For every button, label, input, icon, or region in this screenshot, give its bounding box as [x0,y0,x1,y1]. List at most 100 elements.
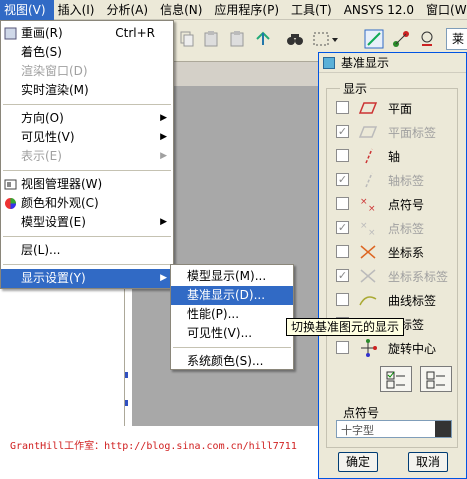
selection-box-icon[interactable] [312,30,338,48]
menu-item-representation: 表示(E) ▶ [1,147,173,166]
option-label: 旋转中心 [388,342,437,356]
menu-item-model-setup[interactable]: 模型设置(E) ▶ [1,213,173,232]
menu-item-layers-label: 层(L)... [21,243,61,257]
menu-item-repaint-label: 重画(R) [21,26,63,40]
view-menu: 重画(R) Ctrl+R 着色(S) 渲染窗口(D) 实时渲染(M) 方向(O)… [0,20,174,289]
paste-special-icon[interactable] [228,30,246,48]
menu-item-shade[interactable]: 着色(S) [1,43,173,62]
menu-separator [3,236,171,237]
option-spin-center[interactable]: 旋转中心 [336,337,456,359]
cancel-button[interactable]: 取消 [408,452,448,472]
menu-analysis[interactable]: 分析(A) [102,0,156,20]
menu-item-view-manager[interactable]: 视图管理器(W) [1,175,173,194]
menu-item-realtime-render[interactable]: 实时渲染(M) [1,81,173,100]
menu-applications[interactable]: 应用程序(P) [210,0,287,20]
option-plane-tags: ✓ 平面标签 [336,121,456,143]
submenu-arrow-icon: ▶ [160,151,167,161]
menu-info[interactable]: 信息(N) [156,0,210,20]
menu-item-orientation[interactable]: 方向(O) ▶ [1,109,173,128]
menu-window[interactable]: 窗口(W) [422,0,467,20]
menu-item-model-display-label: 模型显示(M)... [187,269,267,283]
menu-item-view-manager-label: 视图管理器(W) [21,177,103,191]
spin-center-icon [361,339,377,357]
point-symbol-label: 点符号 [340,404,383,421]
menu-tools[interactable]: 工具(T) [287,0,340,20]
toolbar-overflow-button[interactable]: 莱 [446,28,467,50]
menu-item-datum-display[interactable]: 基准显示(D)... [171,286,293,305]
menu-item-color-appearance-label: 颜色和外观(C) [21,196,99,210]
axis-display-icon[interactable] [392,30,410,48]
datum-display-icon[interactable] [364,29,384,49]
menu-item-layers[interactable]: 层(L)... [1,241,173,260]
menu-separator [3,264,171,265]
ok-button[interactable]: 确定 [338,452,378,472]
option-csys[interactable]: 坐标系 [336,241,456,263]
datum-axis-icon [365,148,373,164]
csys-display-icon[interactable] [418,30,436,48]
menu-item-orientation-label: 方向(O) [21,111,64,125]
option-csys-tags: ✓ 坐标系标签 [336,265,456,287]
chevron-down-icon[interactable] [435,421,451,437]
submenu-arrow-icon: ▶ [160,217,167,227]
option-label: 平面 [388,102,413,116]
option-label: 点符号 [388,198,425,212]
copy-icon[interactable] [178,30,196,48]
menu-insert[interactable]: 插入(I) [54,0,103,20]
checkbox: ✓ [336,173,349,186]
option-point-tags: ✓ × × 点标签 [336,217,456,239]
tooltip: 切换基准图元的显示 [286,318,405,336]
color-wheel-icon [5,198,16,209]
menu-item-visibility-settings[interactable]: 可见性(V)... [171,324,293,343]
dialog-title: 基准显示 [341,56,390,70]
select-all-button[interactable] [380,366,412,392]
regenerate-icon[interactable] [254,30,272,48]
checkbox[interactable] [336,149,349,162]
menu-view[interactable]: 视图(V) [0,0,54,20]
checkbox: ✓ [336,125,349,138]
paste-icon[interactable] [202,30,220,48]
search-icon[interactable] [286,30,304,48]
dialog-title-bar[interactable]: 基准显示 [319,53,466,73]
option-curve-tags[interactable]: 曲线标签 [336,289,456,311]
checkbox[interactable] [336,101,349,114]
checkbox[interactable] [336,293,349,306]
menu-item-repaint-accel: Ctrl+R [115,26,155,40]
display-settings-submenu: 模型显示(M)... 基准显示(D)... 性能(P)... 可见性(V)...… [170,264,294,370]
menu-item-representation-label: 表示(E) [21,149,62,163]
checkbox[interactable] [336,197,349,210]
checkbox: ✓ [336,269,349,282]
option-axes[interactable]: 轴 [336,145,456,167]
menu-item-shade-label: 着色(S) [21,45,62,59]
point-symbol-value: 十字型 [341,424,374,437]
deselect-all-button[interactable] [420,366,452,392]
option-label: 点标签 [388,222,425,236]
axis-tag-icon [365,172,373,188]
menu-item-display-settings[interactable]: 显示设置(Y) ▶ [1,269,173,288]
plane-tag-icon [358,126,378,138]
option-planes[interactable]: 平面 [336,97,456,119]
menu-item-render-window-label: 渲染窗口(D) [21,64,88,78]
submenu-arrow-icon: ▶ [160,113,167,123]
menu-item-system-colors-label: 系统颜色(S)... [187,354,264,368]
menu-item-color-appearance[interactable]: 颜色和外观(C) [1,194,173,213]
menu-ansys[interactable]: ANSYS 12.0 [340,0,422,20]
point-symbol-select[interactable]: 十字型 [336,420,452,438]
menu-item-visibility[interactable]: 可见性(V) ▶ [1,128,173,147]
menu-item-performance[interactable]: 性能(P)... [171,305,293,324]
menu-item-performance-label: 性能(P)... [187,307,240,321]
submenu-arrow-icon: ▶ [160,132,167,142]
menu-item-visibility-label: 可见性(V) [21,130,75,144]
option-point-symbols[interactable]: × × 点符号 [336,193,456,215]
menu-item-model-display[interactable]: 模型显示(M)... [171,267,293,286]
checkbox[interactable] [336,341,349,354]
menu-item-repaint[interactable]: 重画(R) Ctrl+R [1,24,173,43]
menu-item-realtime-render-label: 实时渲染(M) [21,83,89,97]
option-label: 坐标系 [388,246,425,260]
message-area [0,426,318,479]
menu-separator [173,347,291,348]
svg-text:×: × [360,197,368,207]
menu-item-system-colors[interactable]: 系统颜色(S)... [171,352,293,371]
menu-item-render-window: 渲染窗口(D) [1,62,173,81]
menu-separator [3,104,171,105]
checkbox[interactable] [336,245,349,258]
